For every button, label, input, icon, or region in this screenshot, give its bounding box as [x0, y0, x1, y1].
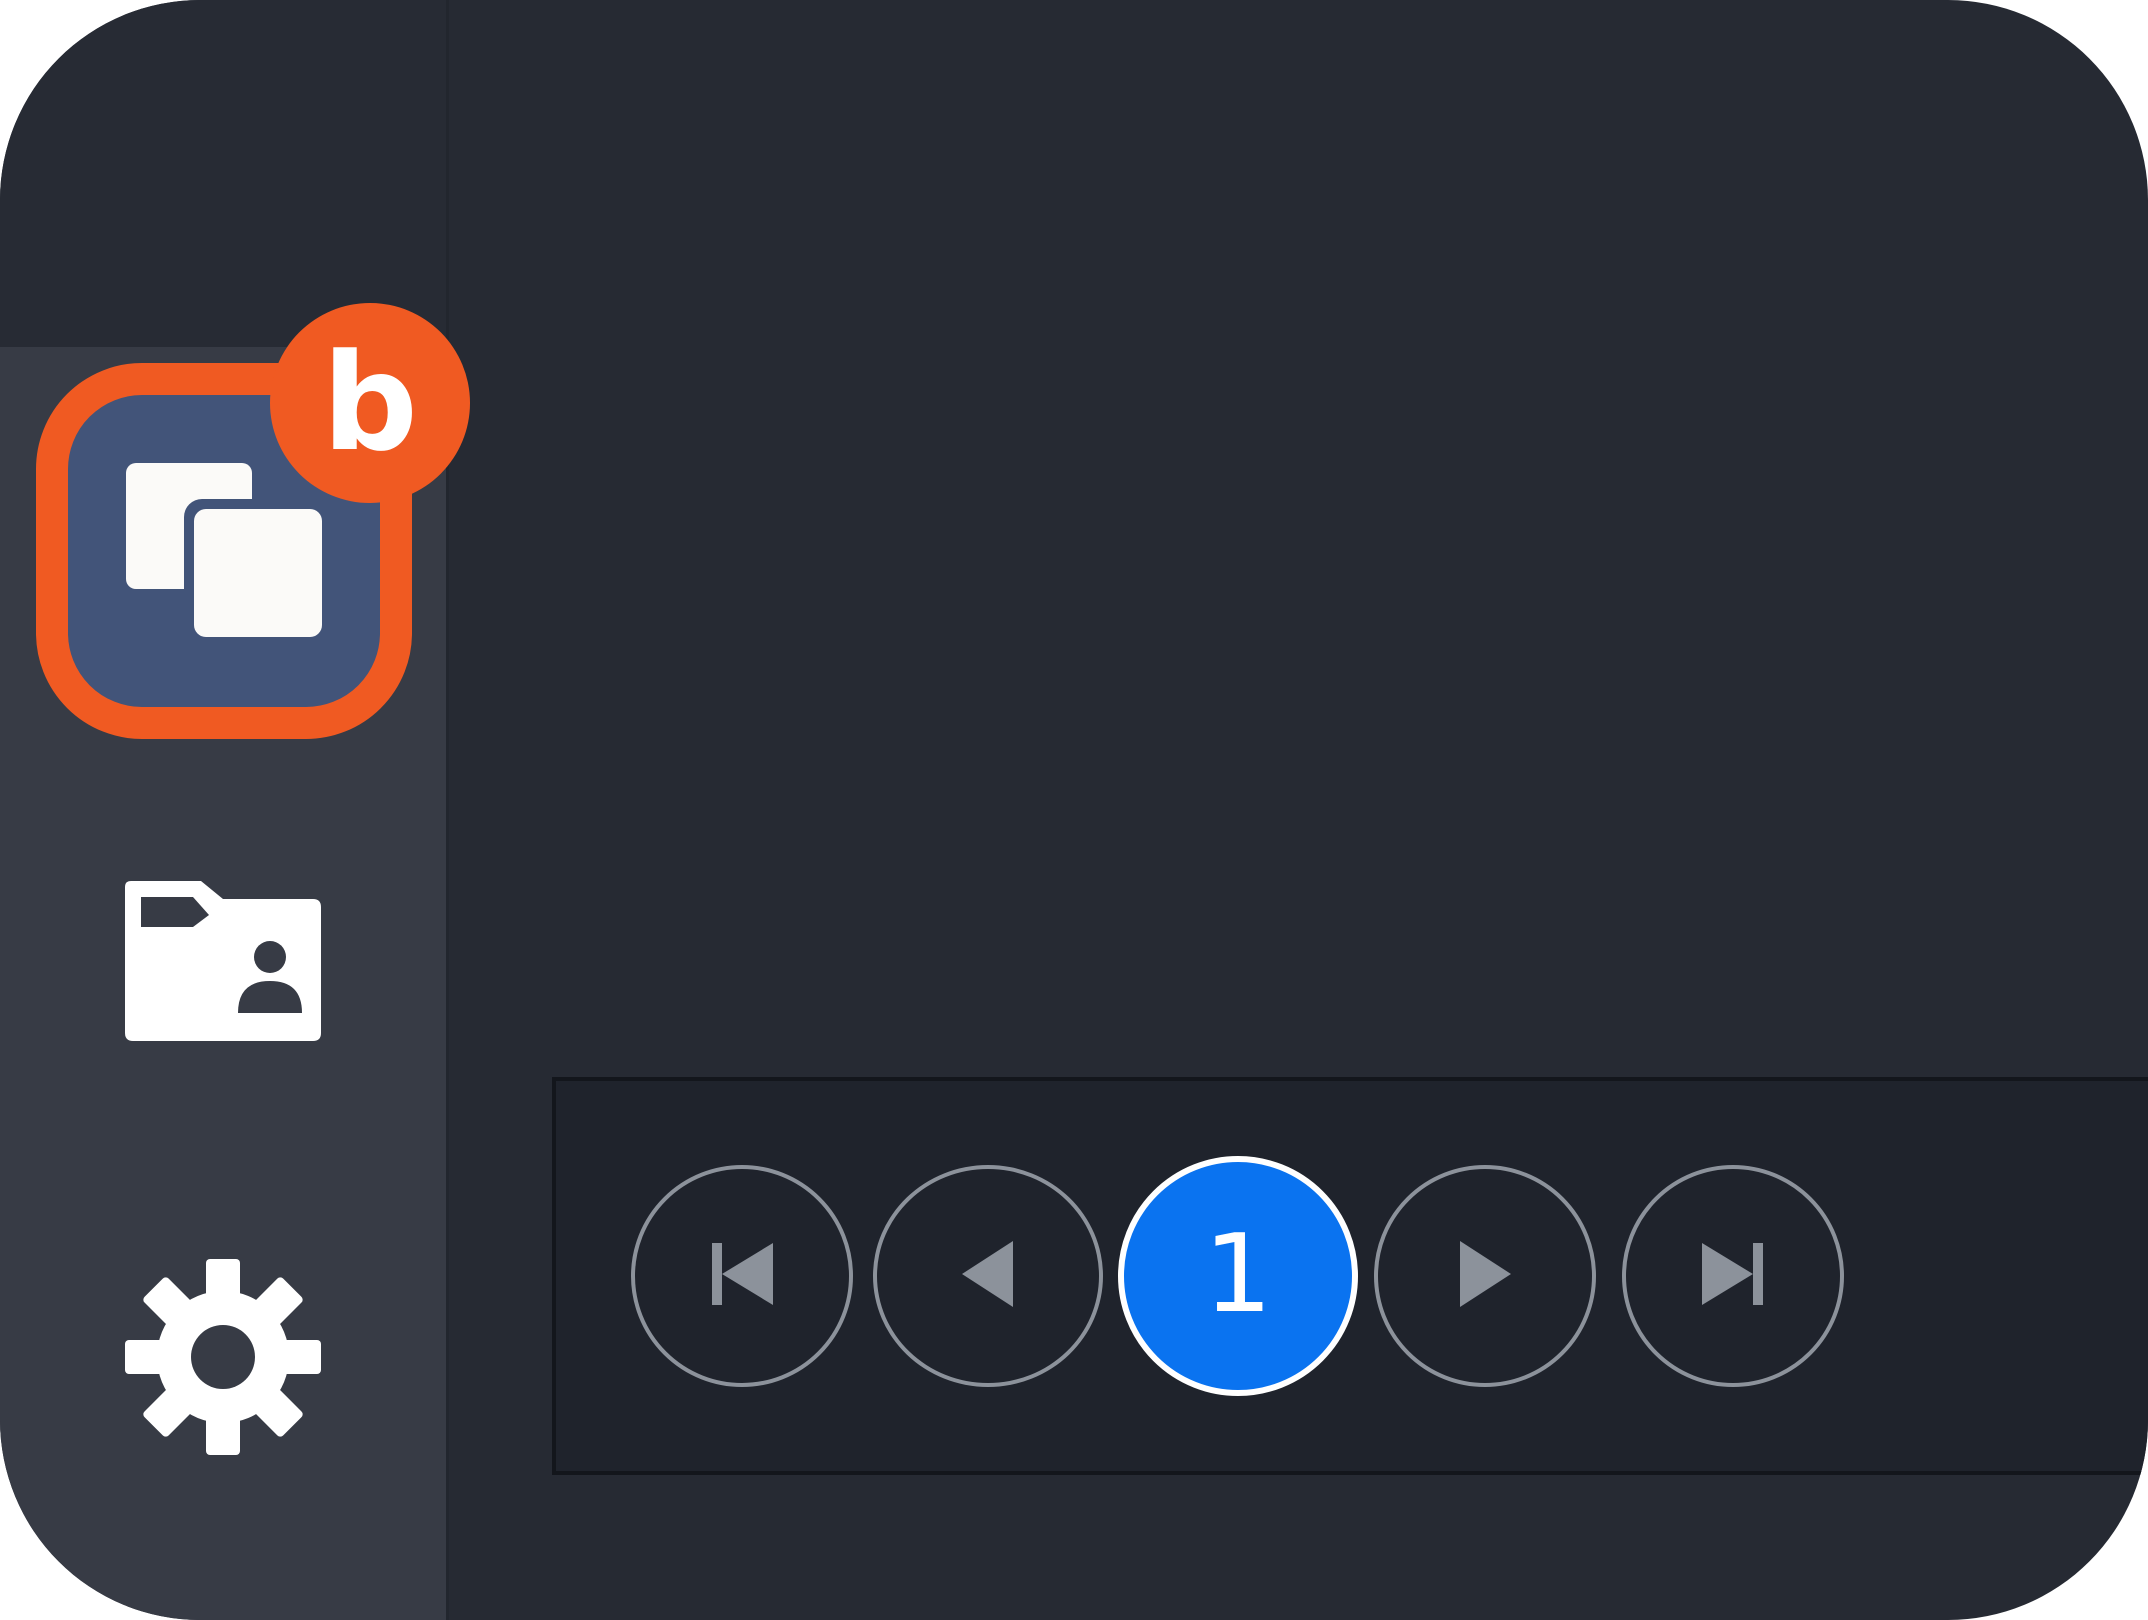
next-page-button[interactable] [1374, 1165, 1596, 1387]
copy-icon [124, 461, 324, 641]
current-page-button[interactable]: 1 [1118, 1156, 1358, 1396]
previous-page-icon [958, 1239, 1018, 1314]
sidebar-divider [446, 0, 449, 1620]
sidebar-item-settings[interactable] [66, 1200, 380, 1514]
previous-page-button[interactable] [873, 1165, 1103, 1387]
shared-folder-icon [123, 873, 323, 1043]
first-page-icon [707, 1239, 777, 1314]
gear-icon [123, 1257, 323, 1457]
sidebar-item-shared-folder[interactable] [66, 801, 380, 1115]
last-page-icon [1698, 1239, 1768, 1314]
next-page-icon [1455, 1239, 1515, 1314]
annotation-badge: b [270, 303, 470, 503]
first-page-button[interactable] [631, 1165, 853, 1387]
sidebar-header [0, 0, 448, 347]
last-page-button[interactable] [1622, 1165, 1844, 1387]
app-window: b 1 [0, 0, 2148, 1620]
